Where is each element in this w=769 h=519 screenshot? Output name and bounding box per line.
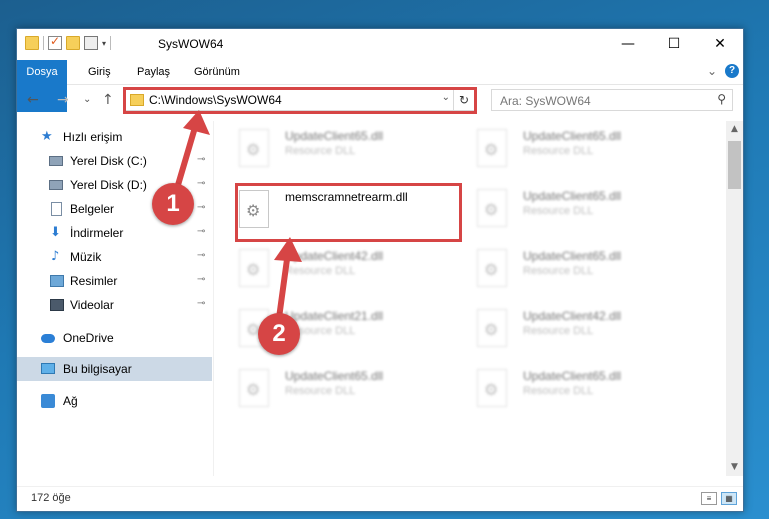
arrow-1-shaft bbox=[175, 121, 199, 188]
arrow-2-shaft bbox=[276, 249, 291, 321]
step-1-marker: 1 bbox=[152, 183, 194, 225]
arrow-2-head bbox=[274, 237, 302, 262]
step-2-marker: 2 bbox=[258, 313, 300, 355]
arrow-1-head bbox=[183, 110, 210, 135]
annotation-arrows bbox=[175, 110, 302, 321]
